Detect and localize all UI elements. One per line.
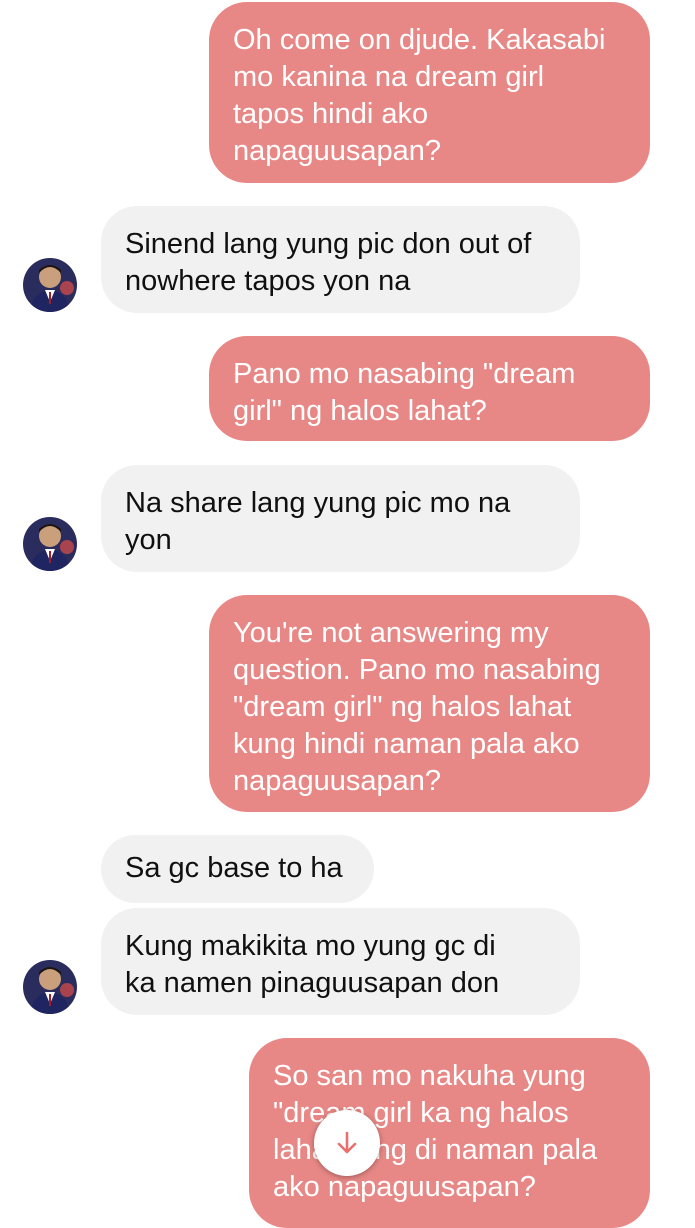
arrow-down-icon (337, 1131, 357, 1154)
message-outgoing[interactable]: You're not answering my question. Pano m… (209, 595, 650, 812)
avatar-image (23, 258, 77, 312)
chat-thread: Oh come on djude. Kakasabi mo kanina na … (0, 0, 695, 1228)
message-incoming[interactable]: Sa gc base to ha (101, 835, 374, 903)
message-incoming[interactable]: Sinend lang yung pic don out of nowhere … (101, 206, 580, 313)
message-outgoing[interactable]: Pano mo nasabing "dream girl" ng halos l… (209, 336, 650, 441)
message-outgoing[interactable]: Oh come on djude. Kakasabi mo kanina na … (209, 2, 650, 183)
avatar-image (23, 960, 77, 1014)
contact-avatar[interactable] (23, 960, 77, 1014)
contact-avatar[interactable] (23, 258, 77, 312)
scroll-to-bottom-button[interactable] (314, 1110, 380, 1176)
avatar-image (23, 517, 77, 571)
contact-avatar[interactable] (23, 517, 77, 571)
message-incoming[interactable]: Kung makikita mo yung gc di ka namen pin… (101, 908, 580, 1015)
message-incoming[interactable]: Na share lang yung pic mo na yon (101, 465, 580, 572)
